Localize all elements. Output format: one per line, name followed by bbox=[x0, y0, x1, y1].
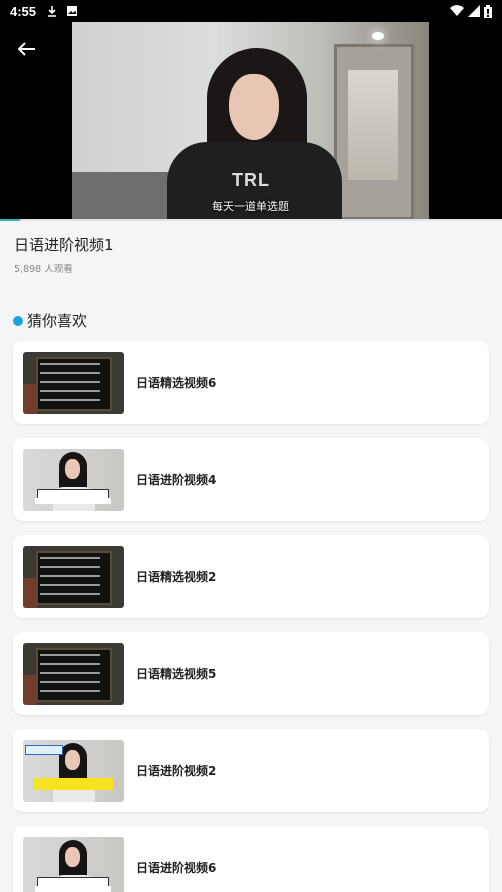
recommendation-card[interactable]: 日语进阶视频6 bbox=[13, 826, 489, 892]
video-info: 日语进阶视频1 5,898 人观看 bbox=[14, 234, 114, 275]
recommendation-list: 日语精选视频6 日语进阶视频4 日语精选视频2 日语精选视频5 日语进阶视频2 … bbox=[13, 341, 489, 892]
video-subtitle: 每天一道单选题 bbox=[212, 200, 289, 213]
recommendation-thumbnail bbox=[23, 545, 124, 608]
recommendation-title: 日语进阶视频4 bbox=[136, 473, 217, 487]
battery-icon bbox=[484, 4, 492, 18]
recommendation-title: 日语精选视频6 bbox=[136, 376, 217, 390]
video-player[interactable]: TRL 每天一道单选题 bbox=[0, 22, 502, 220]
recommendation-card[interactable]: 日语精选视频2 bbox=[13, 535, 489, 618]
video-progress-bar[interactable] bbox=[0, 219, 502, 221]
video-person-face bbox=[229, 74, 279, 140]
video-frame[interactable]: TRL 每天一道单选题 bbox=[72, 22, 429, 220]
wifi-icon bbox=[450, 5, 464, 17]
video-views: 5,898 人观看 bbox=[14, 264, 73, 275]
recommendation-card[interactable]: 日语进阶视频2 bbox=[13, 729, 489, 812]
section-title: 猜你喜欢 bbox=[27, 312, 88, 330]
section-dot-icon bbox=[13, 315, 23, 326]
video-title: 日语进阶视频1 bbox=[14, 236, 114, 254]
back-button[interactable] bbox=[12, 36, 42, 62]
recommendation-thumbnail bbox=[23, 739, 124, 802]
video-scene-lamp bbox=[372, 32, 384, 40]
recommendation-title: 日语精选视频2 bbox=[136, 570, 217, 584]
recommendation-title: 日语进阶视频6 bbox=[136, 861, 217, 875]
section-header: 猜你喜欢 bbox=[13, 310, 87, 331]
recommendation-title: 日语精选视频5 bbox=[136, 667, 217, 681]
recommendation-card[interactable]: 日语精选视频5 bbox=[13, 632, 489, 715]
signal-icon bbox=[468, 5, 480, 17]
recommendation-thumbnail bbox=[23, 642, 124, 705]
download-icon bbox=[48, 6, 57, 17]
image-icon bbox=[67, 6, 78, 16]
recommendation-title: 日语进阶视频2 bbox=[136, 764, 217, 778]
status-time: 4:55 bbox=[10, 3, 37, 19]
recommendation-thumbnail bbox=[23, 836, 124, 892]
recommendation-thumbnail bbox=[23, 448, 124, 511]
video-progress-fill bbox=[0, 219, 21, 221]
back-arrow-icon bbox=[18, 42, 35, 56]
status-bar: 4:55 bbox=[0, 0, 502, 22]
recommendation-card[interactable]: 日语进阶视频4 bbox=[13, 438, 489, 521]
video-scene-door-glass bbox=[348, 70, 398, 180]
recommendation-card[interactable]: 日语精选视频6 bbox=[13, 341, 489, 424]
recommendation-thumbnail bbox=[23, 351, 124, 414]
